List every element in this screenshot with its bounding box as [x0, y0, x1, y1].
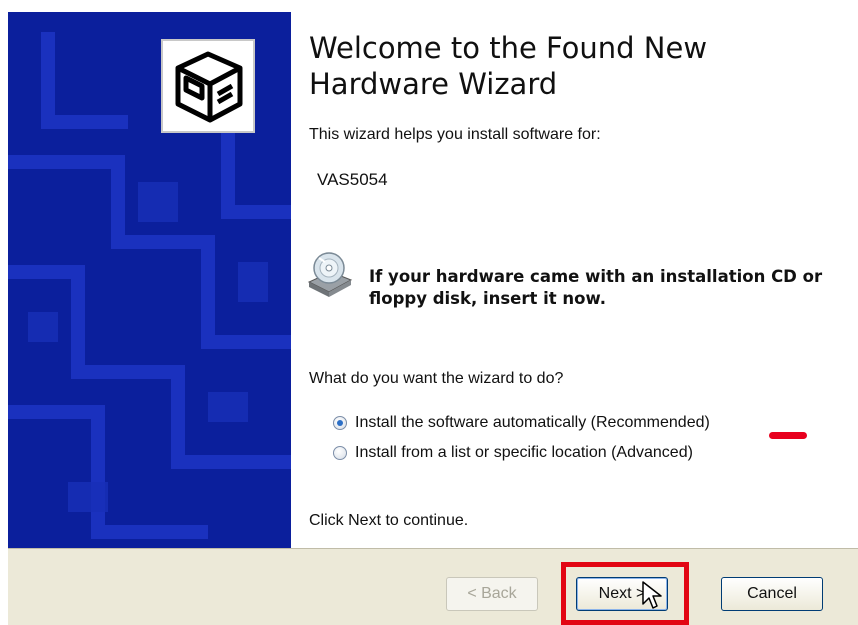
intro-text: This wizard helps you install software f…: [309, 126, 601, 143]
radio-install-from-list[interactable]: [333, 446, 347, 460]
device-name: VAS5054: [317, 170, 388, 189]
option-label-advanced: Install from a list or specific location…: [355, 444, 693, 461]
red-annotation-marker: [769, 432, 807, 439]
radio-install-automatically[interactable]: [333, 416, 347, 430]
back-button[interactable]: < Back: [446, 577, 538, 611]
wizard-title: Welcome to the Found New Hardware Wizard: [309, 31, 708, 101]
cancel-button[interactable]: Cancel: [721, 577, 823, 611]
hardware-box-icon: [161, 39, 255, 133]
cd-rom-icon: [307, 252, 353, 297]
option-install-from-list[interactable]: Install from a list or specific location…: [333, 444, 693, 462]
wizard-content: Welcome to the Found New Hardware Wizard…: [291, 12, 858, 548]
wizard-question: What do you want the wizard to do?: [309, 370, 564, 387]
option-install-automatically[interactable]: Install the software automatically (Reco…: [333, 414, 710, 432]
wizard-banner: [8, 12, 291, 548]
cd-prompt: If your hardware came with an installati…: [369, 267, 823, 308]
footer-hint: Click Next to continue.: [309, 512, 469, 529]
found-new-hardware-wizard: Welcome to the Found New Hardware Wizard…: [0, 0, 858, 625]
option-label-automatic: Install the software automatically (Reco…: [355, 414, 710, 431]
mouse-pointer-icon: [642, 581, 662, 609]
button-bar: < Back Next > Cancel: [8, 548, 858, 625]
